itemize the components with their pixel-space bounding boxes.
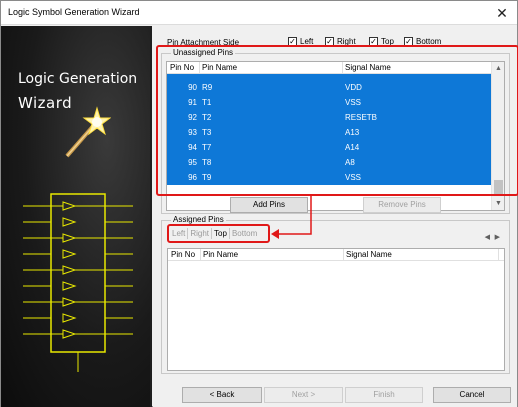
logic-chip-icon (23, 193, 133, 372)
title-bar: Logic Symbol Generation Wizard ✕ (1, 1, 517, 25)
finish-button[interactable]: Finish (345, 387, 423, 403)
cancel-button[interactable]: Cancel (433, 387, 511, 403)
col-pin-no[interactable]: Pin No (171, 250, 195, 259)
highlight-unassigned (156, 45, 518, 196)
scroll-down-icon[interactable]: ▼ (492, 197, 505, 210)
assigned-list-header: Pin No Pin Name Signal Name (168, 249, 504, 261)
magic-wand-icon (65, 106, 111, 158)
window-title: Logic Symbol Generation Wizard (8, 7, 140, 17)
assigned-pins-label: Assigned Pins (171, 215, 226, 224)
tab-scroll-right-icon[interactable]: ▶ (495, 233, 500, 241)
col-pin-name[interactable]: Pin Name (203, 250, 238, 259)
close-icon[interactable]: ✕ (493, 4, 511, 22)
tab-scroll-left-icon[interactable]: ◀ (485, 233, 490, 241)
assigned-pins-group: Assigned Pins Pin No Pin Name Signal Nam… (161, 215, 510, 374)
annotation-arrow-icon (271, 194, 312, 239)
highlight-tabs (167, 224, 270, 243)
banner-title-line1: Logic Generation (18, 71, 138, 87)
wizard-footer: < Back Next > Finish Cancel (153, 381, 517, 407)
remove-pins-button[interactable]: Remove Pins (363, 197, 441, 213)
wizard-content: Pin Attachment Side ✓ Left ✓ Right ✓ Top… (153, 26, 518, 379)
next-button[interactable]: Next > (264, 387, 343, 403)
assigned-pins-list[interactable]: Pin No Pin Name Signal Name (167, 248, 505, 371)
col-signal-name[interactable]: Signal Name (346, 250, 392, 259)
back-button[interactable]: < Back (182, 387, 262, 403)
wizard-banner: Logic Generation Wizard (1, 26, 152, 407)
wizard-window: Logic Symbol Generation Wizard ✕ Logic G… (0, 0, 518, 407)
